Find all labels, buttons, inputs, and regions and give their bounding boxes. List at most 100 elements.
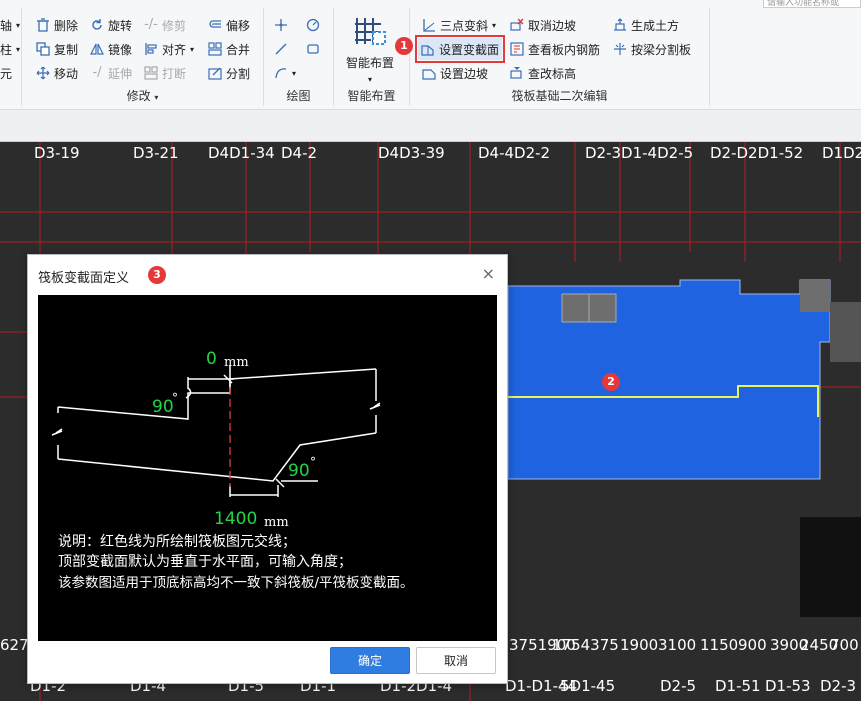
extend-icon: -/ [92,65,102,80]
generate-earthwork-button[interactable]: 生成土方 [613,14,679,36]
three-point-slope-icon [422,18,436,32]
draw-arc-button[interactable]: ▾ [274,62,296,84]
set-variable-section-button[interactable]: 设置变截面 [414,35,506,63]
raft-slab[interactable] [507,279,831,480]
rectangle-icon [306,42,320,56]
generate-earthwork-icon [613,18,627,32]
offset-button[interactable]: 偏移 [208,14,250,36]
group-label-draw: 绘图 [286,89,311,103]
draw-point-button[interactable] [274,14,288,36]
partial-item-1[interactable]: 轴 ▾ [0,14,20,36]
close-icon[interactable]: × [482,264,495,283]
elevation-button[interactable]: 查改标高 [510,62,576,84]
ok-button[interactable]: 确定 [330,647,410,674]
group-label-raft-edit: 筏板基础二次编辑 [511,89,608,103]
dimension-label: 1754375 [552,636,619,654]
note-line-1: 说明：红色线为所绘制筏板图元交线； [58,534,296,550]
mirror-icon [90,42,104,56]
three-point-slope-button[interactable]: 三点变斜 ▾ [422,14,496,36]
trim-button[interactable]: -/- 修剪 [144,14,186,36]
line-icon [274,42,288,56]
rotate-icon [90,18,104,32]
draw-rect-button[interactable] [306,38,320,60]
smart-layout-icon [353,14,387,48]
merge-icon [208,42,222,56]
merge-button[interactable]: 合并 [208,38,250,60]
dimension-label: 700 [830,636,859,654]
axis-label: D3-19 [34,144,80,162]
ribbon-toolbar: 请输入功能名称或 轴▾ 柱▾ 元 删除 旋转 -/- 修剪 偏移 复制 镜像 [0,0,861,110]
arc-icon [274,66,288,80]
set-variable-section-icon [421,42,435,56]
step-badge-3: 3 [148,266,166,284]
dimension-label: 627 [0,636,29,654]
dimension-label: 3100 [658,636,697,654]
group-label-modify: 修改 ▾ [126,89,159,103]
split-by-beam-icon [613,42,627,56]
secondary-toolbar [0,110,861,142]
rotate-button[interactable]: 旋转 [90,14,132,36]
axis-label: D3-21 [133,144,179,162]
axis-label: D1-53 [765,677,811,695]
ribbon-group-raft-edit: 三点变斜▾ 取消边坡 生成土方 设置变截面 查看板内钢筋 按梁分割板 设置边坡 [410,8,710,106]
bottom-angle-value: 90 [288,461,310,481]
step-badge-1: 1 [395,37,413,55]
break-button[interactable]: 打断 [144,62,186,84]
align-icon [144,42,158,56]
ribbon-group-modify: 删除 旋转 -/- 修剪 偏移 复制 镜像 对齐 ▾ 合并 移动 -/ 延伸 打… [22,8,264,106]
partial-item-3[interactable]: 元 [0,62,12,84]
dark-block [800,517,861,617]
draw-circle-button[interactable] [306,14,320,36]
split-button[interactable]: 分割 [208,62,250,84]
dimension-label: 1150 [700,636,739,654]
extend-button[interactable]: -/ 延伸 [90,62,132,84]
smart-layout-button[interactable]: 智能布置 ▾ [340,10,400,84]
cancel-button[interactable]: 取消 [416,647,496,674]
offset-icon [208,18,222,32]
elevation-icon [510,66,524,80]
dimension-label: 1900 [620,636,659,654]
break-icon [144,66,158,80]
top-offset-value: 0 [206,349,217,369]
move-button[interactable]: 移动 [36,62,78,84]
draw-line-button[interactable] [274,38,288,60]
note-line-2: 顶部变截面默认为垂直于水平面，可输入角度； [58,554,352,570]
align-button[interactable]: 对齐 ▾ [144,38,194,60]
axis-label: D4D3-39 [378,144,445,162]
top-offset-unit: mm [224,355,249,370]
axis-label: D2-3 [820,677,857,695]
dimension-label: 900 [738,636,767,654]
axis-label: D4D1-34 [208,144,275,162]
point-icon [274,18,288,32]
slab-corner-block [800,280,830,312]
step-badge-2: 2 [602,373,620,391]
split-by-beam-button[interactable]: 按梁分割板 [613,38,691,60]
bottom-angle-degree: ° [310,455,316,469]
axis-label: D1D2 [822,144,861,162]
ribbon-group-partial: 轴 ▾ 柱 ▾ 元 [0,8,22,106]
group-label-smart: 智能布置 [347,89,396,103]
grey-block [830,302,861,362]
top-angle-value: 90 [152,397,174,417]
cancel-slope-button[interactable]: 取消边坡 [510,14,576,36]
search-input[interactable]: 请输入功能名称或 [763,0,861,8]
top-axis-labels: D3-19 D3-21 D4D1-34 D4-2 D4D3-39 D4-4D2-… [0,144,861,164]
dialog-title: 筏板变截面定义 [38,271,130,286]
set-slope-button[interactable]: 设置边坡 [422,62,488,84]
axis-label: D4-2 [281,144,318,162]
delete-button[interactable]: 删除 [36,14,78,36]
set-slope-icon [422,66,436,80]
view-rebar-button[interactable]: 查看板内钢筋 [510,38,600,60]
mirror-button[interactable]: 镜像 [90,38,132,60]
bottom-offset-unit: mm [264,515,289,530]
axis-label: D2-D2D1-52 [710,144,804,162]
copy-icon [36,42,50,56]
partial-item-2[interactable]: 柱 ▾ [0,38,20,60]
split-icon [208,66,222,80]
top-angle-degree: ° [172,391,178,405]
axis-label: 5D1-45 [560,677,616,695]
move-icon [36,66,50,80]
ribbon-group-smart: 智能布置 ▾ 智能布置 [334,8,410,106]
axis-label: D1-51 [715,677,761,695]
copy-button[interactable]: 复制 [36,38,78,60]
